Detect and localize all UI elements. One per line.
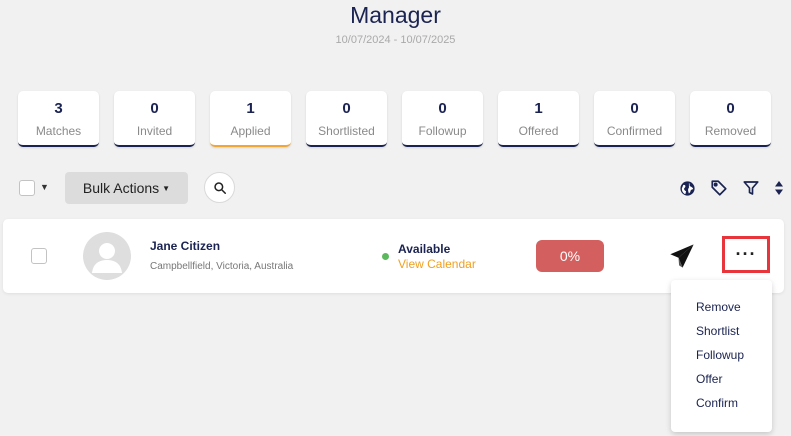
tab-invited[interactable]: 0 Invited [114, 91, 195, 147]
stat-label: Followup [418, 124, 467, 138]
stat-count: 1 [246, 100, 255, 117]
menu-item-confirm[interactable]: Confirm [671, 396, 772, 420]
match-percent-badge: 0% [536, 240, 604, 272]
stat-count: 0 [150, 100, 159, 117]
select-all-checkbox[interactable] [19, 180, 35, 196]
tab-offered[interactable]: 1 Offered [498, 91, 579, 147]
stat-count: 0 [438, 100, 447, 117]
menu-item-followup[interactable]: Followup [671, 348, 772, 372]
more-actions-button[interactable]: ··· [722, 236, 770, 273]
bulk-actions-label: Bulk Actions [82, 180, 160, 196]
stat-label: Shortlisted [318, 124, 375, 138]
tab-matches[interactable]: 3 Matches [18, 91, 99, 147]
candidate-location: Campbellfield, Victoria, Australia [150, 261, 294, 272]
tab-confirmed[interactable]: 0 Confirmed [594, 91, 675, 147]
send-icon[interactable] [667, 242, 697, 270]
actions-menu: Remove Shortlist Followup Offer Confirm [671, 280, 772, 432]
stat-count: 0 [342, 100, 351, 117]
stat-count: 1 [534, 100, 543, 117]
status-tabs: 3 Matches 0 Invited 1 Applied 0 Shortlis… [18, 91, 771, 147]
bulk-actions-button[interactable]: Bulk Actions ▼ [65, 172, 188, 204]
candidate-checkbox[interactable] [31, 248, 47, 264]
tab-followup[interactable]: 0 Followup [402, 91, 483, 147]
stat-label: Confirmed [606, 124, 663, 138]
search-button[interactable] [204, 172, 235, 203]
menu-item-remove[interactable]: Remove [671, 300, 772, 324]
toolbar: ▼ Bulk Actions ▼ [18, 172, 784, 204]
sort-icon[interactable] [774, 180, 784, 196]
select-dropdown-caret-icon[interactable]: ▼ [40, 182, 49, 192]
stat-label: Matches [35, 124, 82, 138]
stat-count: 0 [726, 100, 735, 117]
stat-label: Invited [136, 124, 173, 138]
tab-shortlisted[interactable]: 0 Shortlisted [306, 91, 387, 147]
avatar [83, 232, 131, 280]
candidate-name[interactable]: Jane Citizen [150, 239, 220, 253]
stat-label: Removed [704, 124, 757, 138]
date-range: 10/07/2024 - 10/07/2025 [335, 34, 456, 46]
view-calendar-link[interactable]: View Calendar [398, 257, 476, 271]
stat-count: 3 [54, 100, 63, 117]
menu-item-shortlist[interactable]: Shortlist [671, 324, 772, 348]
tab-removed[interactable]: 0 Removed [690, 91, 771, 147]
tab-applied[interactable]: 1 Applied [210, 91, 291, 147]
availability-dot [382, 253, 389, 260]
toolbar-right-tools [679, 179, 784, 197]
availability-status: Available [398, 242, 451, 256]
tag-icon[interactable] [710, 179, 728, 197]
search-icon [213, 181, 226, 194]
stat-label: Offered [518, 124, 559, 138]
globe-icon[interactable] [679, 180, 696, 197]
candidate-card: Jane Citizen Campbellfield, Victoria, Au… [3, 219, 784, 293]
stat-label: Applied [230, 124, 271, 138]
chevron-down-icon: ▼ [162, 183, 171, 193]
stat-count: 0 [630, 100, 639, 117]
filter-icon[interactable] [742, 179, 760, 197]
page-title: Manager [350, 2, 441, 28]
user-icon [92, 243, 122, 273]
menu-item-offer[interactable]: Offer [671, 372, 772, 396]
